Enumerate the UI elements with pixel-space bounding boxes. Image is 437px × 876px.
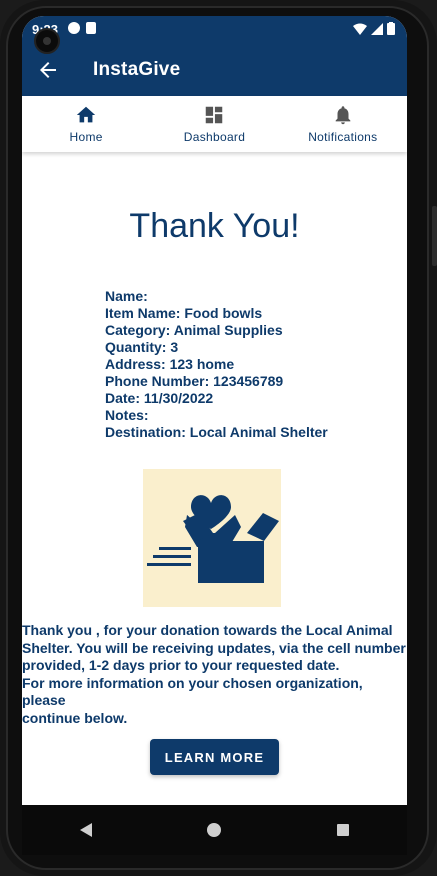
app-screen: 9:23 InstaGive Home Dashboard xyxy=(22,16,407,805)
main-content: Thank You! Name: Item Name: Food bowls C… xyxy=(22,152,407,805)
square-recents-icon xyxy=(336,824,349,836)
nav-dashboard-label: Dashboard xyxy=(183,130,246,144)
message-line: provided, 1-2 days prior to your request… xyxy=(22,657,340,673)
detail-name: Name: xyxy=(105,288,148,304)
detail-destination: Destination: Local Animal Shelter xyxy=(105,424,328,440)
system-recents-button[interactable] xyxy=(328,815,358,845)
thank-you-message: Thank you , for your donation towards th… xyxy=(22,622,407,727)
back-arrow-icon[interactable] xyxy=(36,58,60,82)
side-button xyxy=(432,206,437,266)
system-back-button[interactable] xyxy=(71,815,101,845)
detail-item-name: Item Name: Food bowls xyxy=(105,305,263,321)
triangle-back-icon xyxy=(80,823,93,837)
notification-dot-icon xyxy=(68,22,80,34)
nav-home-label: Home xyxy=(69,130,103,144)
detail-phone: Phone Number: 123456789 xyxy=(105,373,284,389)
home-icon xyxy=(76,106,96,123)
circle-home-icon xyxy=(207,823,222,837)
dashboard-icon xyxy=(206,106,223,124)
app-title: InstaGive xyxy=(93,59,181,80)
message-line: Shelter. You will be receiving updates, … xyxy=(22,639,406,656)
message-line: Thank you , for your donation towards th… xyxy=(22,622,393,638)
detail-notes: Notes: xyxy=(105,407,149,423)
detail-address: Address: 123 home xyxy=(105,356,235,372)
sim-card-icon xyxy=(86,22,96,34)
nav-notifications[interactable]: Notifications xyxy=(279,96,407,152)
message-line: continue below. xyxy=(22,709,128,726)
detail-date: Date: 11/30/2022 xyxy=(105,390,214,406)
detail-quantity: Quantity: 3 xyxy=(105,339,179,355)
app-bar: InstaGive xyxy=(22,44,407,96)
nav-dashboard[interactable]: Dashboard xyxy=(150,96,278,152)
status-bar: 9:23 xyxy=(22,16,407,44)
message-line: For more information on your chosen orga… xyxy=(22,674,363,709)
page-title: Thank You! xyxy=(129,207,300,245)
wifi-icon xyxy=(353,23,367,35)
donation-details: Name: Item Name: Food bowls Category: An… xyxy=(105,288,328,441)
donation-box-icon xyxy=(147,495,279,583)
status-icons xyxy=(353,22,395,35)
top-navigation: Home Dashboard Notifications xyxy=(22,96,407,152)
nav-home[interactable]: Home xyxy=(22,96,150,152)
battery-icon xyxy=(387,22,395,35)
system-navigation-bar xyxy=(22,805,407,855)
donation-box-illustration xyxy=(143,469,281,607)
signal-icon xyxy=(371,22,383,35)
detail-category: Category: Animal Supplies xyxy=(105,322,283,338)
system-home-button[interactable] xyxy=(199,815,229,845)
learn-more-button[interactable]: LEARN MORE xyxy=(150,739,279,775)
nav-notifications-label: Notifications xyxy=(308,130,378,144)
bell-icon xyxy=(335,106,351,125)
front-camera xyxy=(34,28,60,54)
